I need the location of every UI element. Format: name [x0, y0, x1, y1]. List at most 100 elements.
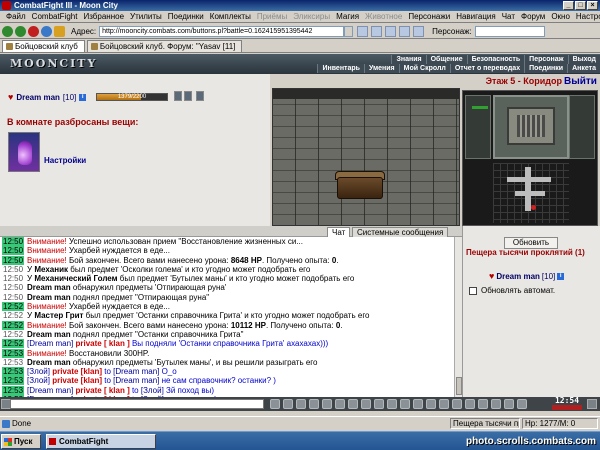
- chat-text[interactable]: private [klan]: [50, 367, 102, 376]
- menu-magic[interactable]: Магия: [333, 12, 362, 21]
- menu-chat[interactable]: Чат: [499, 12, 518, 21]
- chat-text[interactable]: [Злой]: [141, 386, 164, 395]
- nav-battles[interactable]: Поединки: [524, 64, 568, 73]
- bookmark-icon[interactable]: [371, 25, 383, 37]
- private-icon[interactable]: [374, 399, 384, 409]
- chat-text[interactable]: [Злой]: [27, 376, 50, 385]
- nav-inventory[interactable]: Инвентарь: [317, 64, 364, 73]
- map-icon[interactable]: [491, 399, 501, 409]
- auto-refresh-checkbox[interactable]: [469, 286, 477, 295]
- menu-pet[interactable]: Животное: [362, 12, 405, 21]
- settings-icon[interactable]: [504, 399, 514, 409]
- history-icon[interactable]: [361, 399, 371, 409]
- player-name[interactable]: Dream man: [16, 93, 60, 102]
- exit-chat-icon[interactable]: [465, 399, 475, 409]
- clan-icon[interactable]: [387, 399, 397, 409]
- log-icon[interactable]: [439, 399, 449, 409]
- chat-scrollbar[interactable]: [454, 237, 462, 397]
- menu-elixirs[interactable]: Эликсиры: [290, 12, 333, 21]
- menu-favorites[interactable]: Избранное: [80, 12, 127, 21]
- room-item-potion[interactable]: [8, 132, 40, 172]
- chat-text[interactable]: [Злой]: [27, 367, 50, 376]
- sound-icon[interactable]: [348, 399, 358, 409]
- power-icon[interactable]: [517, 399, 527, 409]
- nav-knowledge[interactable]: Знания: [391, 55, 426, 64]
- menu-navigation[interactable]: Навигация: [453, 12, 499, 21]
- nav-security[interactable]: Безопасность: [466, 55, 525, 64]
- minimize-button[interactable]: _: [563, 1, 574, 10]
- effect-icon[interactable]: [174, 91, 182, 101]
- translit-icon[interactable]: [309, 399, 319, 409]
- menu-file[interactable]: Файл: [3, 12, 29, 21]
- refresh-icon[interactable]: [41, 25, 52, 37]
- address-dropdown-icon[interactable]: [344, 25, 354, 37]
- exit-link[interactable]: Выйти: [564, 76, 597, 87]
- nav-transfer-report[interactable]: Отчет о переводах: [449, 64, 525, 73]
- stop-icon[interactable]: [28, 25, 39, 37]
- chat-text[interactable]: [Dream man]: [27, 339, 73, 348]
- nav-exit[interactable]: Выход: [567, 55, 600, 64]
- forward-arrow-icon[interactable]: [15, 25, 26, 37]
- info-icon[interactable]: i: [557, 272, 565, 280]
- font-size-icon[interactable]: [426, 399, 436, 409]
- menu-techniques[interactable]: Приёмы: [254, 12, 290, 21]
- chat-text[interactable]: [Dream man]: [113, 376, 159, 385]
- help-icon[interactable]: [452, 399, 462, 409]
- inventory-icon[interactable]: [478, 399, 488, 409]
- menu-forum[interactable]: Форум: [518, 12, 548, 21]
- nav-communication[interactable]: Общение: [425, 55, 467, 64]
- scroll-lock-icon[interactable]: [413, 399, 423, 409]
- go-icon[interactable]: [357, 25, 369, 37]
- menu-characters[interactable]: Персонажи: [405, 12, 453, 21]
- navigation-view[interactable]: [507, 107, 555, 145]
- tab-system-messages[interactable]: Системные сообщения: [352, 227, 449, 237]
- print-icon[interactable]: [399, 25, 411, 37]
- wall-texture: [273, 89, 459, 225]
- menu-combatfight[interactable]: CombatFight: [29, 12, 81, 21]
- maximize-button[interactable]: □: [575, 1, 586, 10]
- tab-fight-club[interactable]: Бойцовский клуб: [2, 40, 85, 52]
- taskbar-item-combatfight[interactable]: CombatFight: [46, 434, 156, 449]
- address-input[interactable]: http://mooncity.combats.com/buttons.pl?b…: [99, 25, 345, 37]
- menu-window[interactable]: Окно: [548, 12, 573, 21]
- room-player-name[interactable]: Dream man: [496, 272, 540, 281]
- home-icon[interactable]: [54, 25, 65, 37]
- chest-icon[interactable]: [337, 177, 383, 199]
- smiley-icon[interactable]: [296, 399, 306, 409]
- clear-icon[interactable]: [283, 399, 293, 409]
- chat-text[interactable]: [Dream man]: [113, 367, 159, 376]
- page-icon[interactable]: [413, 25, 425, 37]
- chat-text[interactable]: private [ klan ]: [73, 339, 129, 348]
- expand-icon[interactable]: [587, 399, 597, 409]
- menu-sets[interactable]: Комплекты: [207, 12, 254, 21]
- nav-skills[interactable]: Умения: [363, 64, 399, 73]
- menu-duels[interactable]: Поединки: [165, 12, 207, 21]
- menu-utilities[interactable]: Утилиты: [127, 12, 165, 21]
- shield-icon[interactable]: [184, 91, 192, 101]
- info-icon[interactable]: i: [79, 93, 87, 101]
- person-input[interactable]: [474, 25, 545, 37]
- close-button[interactable]: ×: [587, 1, 598, 10]
- channel-icon[interactable]: [335, 399, 345, 409]
- chat-text[interactable]: private [klan]: [50, 376, 102, 385]
- chat-message-input[interactable]: [10, 399, 264, 409]
- nav-my-scroll[interactable]: Мой Скролл: [398, 64, 450, 73]
- tool-icon[interactable]: [385, 25, 397, 37]
- window-titlebar: CombatFight III - Moon City _ □ ×: [0, 0, 600, 11]
- settings-link[interactable]: Настройки: [44, 156, 86, 165]
- trade-icon[interactable]: [400, 399, 410, 409]
- tab-forum[interactable]: Бойцовский клуб. Форум: "Yasav [11]: [86, 40, 243, 52]
- filter-icon[interactable]: [322, 399, 332, 409]
- nav-profile[interactable]: Анкета: [567, 64, 600, 73]
- location-view[interactable]: [272, 88, 460, 226]
- nav-character[interactable]: Персонаж: [524, 55, 568, 64]
- chat-text[interactable]: [Dream man]: [27, 386, 73, 395]
- skull-icon[interactable]: [196, 91, 204, 101]
- chat-log[interactable]: 12:50 Внимание! Успешно использован прием…: [0, 237, 454, 397]
- menu-settings[interactable]: Настройки: [573, 12, 600, 21]
- send-icon[interactable]: [270, 399, 280, 409]
- chat-text[interactable]: private [ klan ]: [73, 386, 129, 395]
- tab-chat[interactable]: Чат: [327, 227, 351, 237]
- back-arrow-icon[interactable]: [2, 25, 13, 37]
- start-button[interactable]: Пуск: [1, 434, 41, 449]
